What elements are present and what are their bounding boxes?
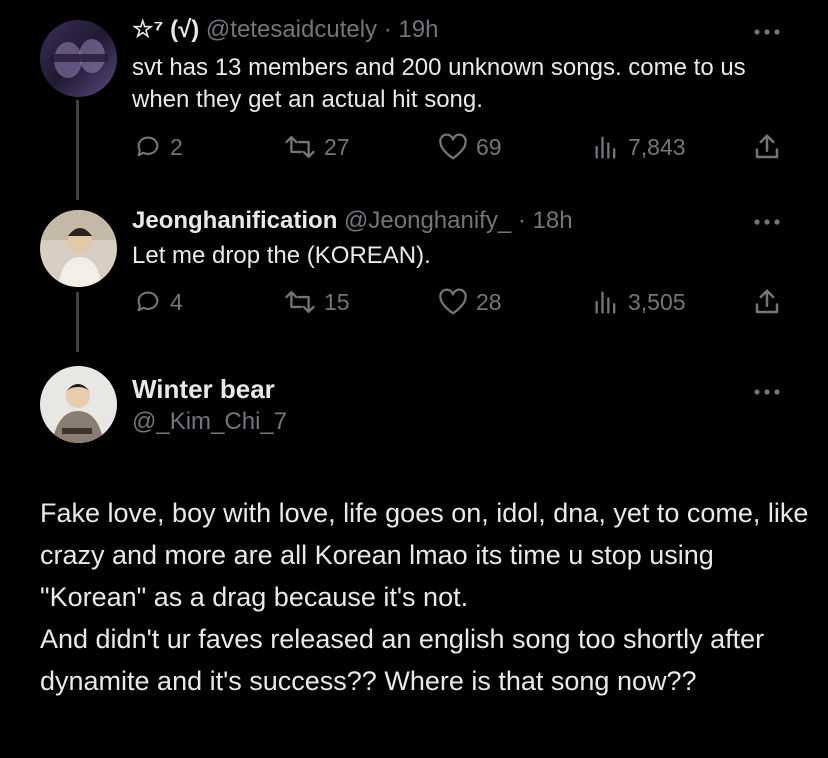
reply-button[interactable]: 4 — [134, 288, 183, 316]
user-handle[interactable]: @Jeonghanify_ — [344, 207, 511, 234]
retweet-icon — [285, 135, 315, 159]
tweet-actions: 2 27 69 7,843 — [0, 128, 828, 168]
tweet-actions: 4 15 28 3,505 — [0, 283, 828, 323]
display-name[interactable]: ☆⁷ (√) — [132, 16, 199, 43]
user-handle[interactable]: @_Kim_Chi_7 — [132, 408, 287, 436]
more-icon[interactable] — [752, 384, 782, 404]
tweet-text: svt has 13 members and 200 unknown songs… — [132, 54, 746, 113]
tweet-paragraph: Fake love, boy with love, life goes on, … — [40, 498, 809, 612]
reply-icon — [137, 291, 159, 312]
retweet-icon — [285, 290, 315, 314]
share-button[interactable] — [752, 287, 782, 317]
user-handle[interactable]: @tetesaidcutely — [206, 16, 377, 43]
retweet-count: 27 — [324, 133, 350, 160]
retweet-count: 15 — [324, 288, 350, 315]
avatar[interactable] — [40, 20, 117, 97]
reply-button[interactable]: 2 — [134, 133, 183, 161]
retweet-button[interactable]: 15 — [284, 288, 350, 316]
like-count: 28 — [476, 288, 502, 315]
like-button[interactable]: 69 — [438, 133, 502, 161]
views-count: 3,505 — [628, 288, 686, 315]
views-button[interactable]: 3,505 — [592, 288, 686, 316]
like-count: 69 — [476, 133, 502, 160]
more-icon[interactable] — [752, 214, 782, 234]
more-icon[interactable] — [752, 24, 782, 44]
views-icon — [595, 291, 616, 314]
tweet-header: ☆⁷ (√) @tetesaidcutely · 19h — [132, 15, 438, 45]
avatar[interactable] — [40, 210, 117, 287]
display-name[interactable]: Winter bear — [132, 374, 275, 405]
like-icon — [439, 288, 467, 315]
reply-icon — [137, 136, 159, 157]
views-icon — [595, 136, 616, 159]
reply-count: 2 — [170, 133, 183, 160]
avatar[interactable] — [40, 366, 117, 443]
like-icon — [439, 133, 467, 160]
tweet-text: Let me drop the (KOREAN). — [132, 242, 431, 269]
share-icon — [755, 134, 779, 159]
timestamp[interactable]: · 19h — [384, 16, 439, 43]
like-button[interactable]: 28 — [438, 288, 502, 316]
views-count: 7,843 — [628, 133, 686, 160]
timestamp[interactable]: · 18h — [518, 207, 573, 234]
reply-count: 4 — [170, 288, 183, 315]
tweet-header: Jeonghanification @Jeonghanify_ · 18h — [132, 206, 573, 236]
share-button[interactable] — [752, 132, 782, 162]
views-button[interactable]: 7,843 — [592, 133, 686, 161]
share-icon — [755, 289, 779, 314]
tweet-text: Fake love, boy with love, life goes on, … — [40, 492, 810, 702]
display-name[interactable]: Jeonghanification — [132, 207, 337, 234]
tweet-paragraph: And didn't ur faves released an english … — [40, 624, 765, 696]
retweet-button[interactable]: 27 — [284, 133, 350, 161]
